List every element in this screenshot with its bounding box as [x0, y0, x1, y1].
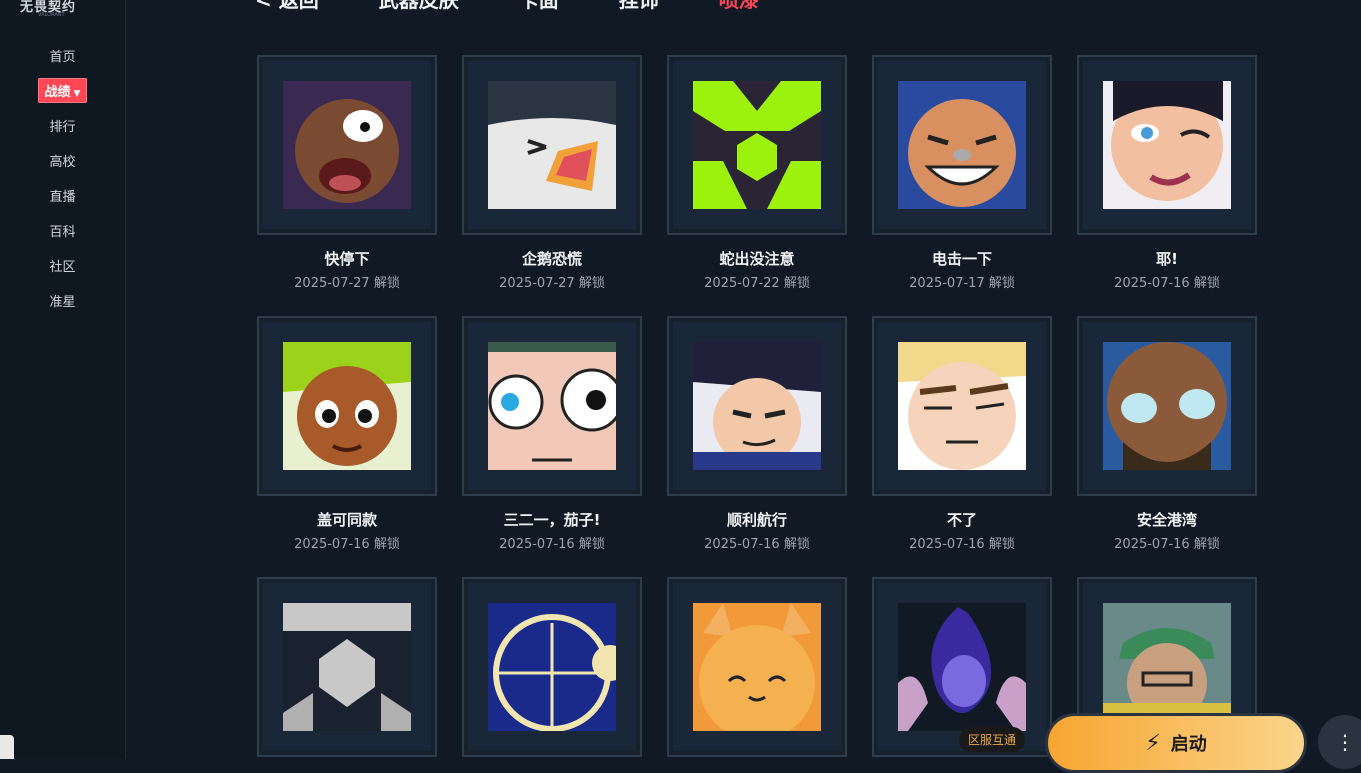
orange-cat-icon: [693, 603, 821, 731]
sidebar-item-text: 战绩: [44, 85, 71, 100]
spray-name: 不了: [946, 511, 977, 529]
sidebar-item-ranking[interactable]: 排行: [0, 108, 125, 143]
spray-unlock-date: 2025-07-16 解锁: [909, 537, 1015, 552]
spray-frame: [1077, 316, 1257, 496]
spray-card[interactable]: 耶! 2025-07-16 解锁: [1077, 55, 1257, 291]
spray-name: 快停下: [324, 250, 370, 268]
spray-name: 三二一，茄子!: [503, 511, 601, 529]
spray-card[interactable]: [462, 577, 642, 770]
spray-name: 安全港湾: [1136, 511, 1197, 529]
app-logo-sub: VALORANT: [38, 12, 65, 18]
sidebar-item-record[interactable]: 战绩 ▼: [0, 73, 125, 108]
spray-unlock-date: 2025-07-16 解锁: [1114, 537, 1220, 552]
grey-hexagon-icon: [283, 603, 411, 731]
spray-name: 电击一下: [931, 250, 992, 268]
corner-tab[interactable]: [0, 735, 14, 759]
winking-agent-icon: [1103, 81, 1231, 209]
grinning-agent-icon: [898, 81, 1026, 209]
spray-frame: [667, 577, 847, 757]
hexagon-logo-icon: [693, 81, 821, 209]
sidebar-nav: 首页 战绩 ▼ 排行 高校 直播 百科 社区 准星: [0, 38, 125, 318]
blonde-agent-icon: [898, 342, 1026, 470]
spray-frame: [667, 316, 847, 496]
spray-card[interactable]: 不了 2025-07-16 解锁: [872, 316, 1052, 552]
spray-name: 耶!: [1156, 250, 1178, 268]
chevron-down-icon: ▼: [73, 89, 81, 99]
spray-frame: [257, 316, 437, 496]
sidebar-item-label: 排行: [49, 120, 76, 135]
tab-weapon-skins[interactable]: 武器皮肤: [379, 0, 459, 13]
spray-unlock-date: 2025-07-27 解锁: [294, 276, 400, 291]
lightning-icon: ⚡: [1145, 730, 1161, 756]
green-hair-agent-icon: [283, 342, 411, 470]
sidebar-item-home[interactable]: 首页: [0, 38, 125, 73]
spray-card[interactable]: 企鹅恐慌 2025-07-27 解锁: [462, 55, 642, 291]
spray-card[interactable]: 顺利航行 2025-07-16 解锁: [667, 316, 847, 552]
sidebar-item-label: 首页: [49, 50, 76, 65]
sidebar-item-wiki[interactable]: 百科: [0, 213, 125, 248]
spray-card[interactable]: 快停下 2025-07-27 解锁: [257, 55, 437, 291]
spray-name: 盖可同款: [316, 511, 377, 529]
sidebar-item-label: 高校: [49, 155, 76, 170]
sidebar-item-college[interactable]: 高校: [0, 143, 125, 178]
wide-eye-agent-icon: [488, 342, 616, 470]
spray-card[interactable]: 盖可同款 2025-07-16 解锁: [257, 316, 437, 552]
spray-card[interactable]: 电击一下 2025-07-17 解锁: [872, 55, 1052, 291]
spray-name: 顺利航行: [726, 511, 787, 529]
spray-frame: [257, 55, 437, 235]
more-button[interactable]: ⋮: [1318, 715, 1361, 769]
launch-button[interactable]: ⚡ 启动: [1045, 713, 1307, 773]
spray-card[interactable]: [667, 577, 847, 770]
spray-frame: [872, 55, 1052, 235]
tab-charms[interactable]: 挂饰: [619, 0, 659, 13]
sidebar-item-crosshair[interactable]: 准星: [0, 283, 125, 318]
tab-bar: < 返回 武器皮肤 卡面 挂饰 喷漆: [255, 0, 819, 13]
spray-frame: [872, 316, 1052, 496]
spray-frame: [462, 577, 642, 757]
sidebar-item-label: 战绩 ▼: [37, 78, 88, 103]
region-badge[interactable]: 区服互通: [959, 727, 1026, 752]
spray-name: 企鹅恐慌: [521, 250, 582, 268]
shocked-agent-icon: [283, 81, 411, 209]
spray-unlock-date: 2025-07-16 解锁: [294, 537, 400, 552]
sidebar-item-label: 社区: [49, 260, 76, 275]
spray-card[interactable]: 蛇出没注意 2025-07-22 解锁: [667, 55, 847, 291]
spray-card[interactable]: 安全港湾 2025-07-16 解锁: [1077, 316, 1257, 552]
spray-frame: [257, 577, 437, 757]
spray-frame: [1077, 55, 1257, 235]
bearded-agent-icon: [1103, 342, 1231, 470]
sidebar-item-community[interactable]: 社区: [0, 248, 125, 283]
spray-unlock-date: 2025-07-27 解锁: [499, 276, 605, 291]
purple-flame-icon: [898, 603, 1026, 731]
spray-frame: [462, 55, 642, 235]
spray-unlock-date: 2025-07-17 解锁: [909, 276, 1015, 291]
spray-unlock-date: 2025-07-16 解锁: [499, 537, 605, 552]
spray-unlock-date: 2025-07-16 解锁: [1114, 276, 1220, 291]
sidebar-item-label: 百科: [49, 225, 76, 240]
sidebar-item-label: 直播: [49, 190, 76, 205]
spray-frame: [462, 316, 642, 496]
tab-back[interactable]: < 返回: [255, 0, 319, 13]
launch-label: 启动: [1170, 734, 1207, 755]
star-map-icon: [488, 603, 616, 731]
sidebar-item-label: 准星: [49, 295, 76, 310]
spray-frame: [667, 55, 847, 235]
tab-cards[interactable]: 卡面: [519, 0, 559, 13]
spray-name: 蛇出没注意: [719, 250, 795, 268]
spray-unlock-date: 2025-07-22 解锁: [704, 276, 810, 291]
sidebar-item-live[interactable]: 直播: [0, 178, 125, 213]
green-cap-agent-icon: [1103, 603, 1231, 731]
sidebar: 无畏契约 VALORANT 首页 战绩 ▼ 排行 高校 直播 百科 社区 准星: [0, 0, 126, 759]
tab-sprays[interactable]: 喷漆: [719, 0, 759, 13]
spray-unlock-date: 2025-07-16 解锁: [704, 537, 810, 552]
penguin-icon: [488, 81, 616, 209]
spray-card[interactable]: 三二一，茄子! 2025-07-16 解锁: [462, 316, 642, 552]
spray-card[interactable]: [257, 577, 437, 770]
dark-hair-agent-icon: [693, 342, 821, 470]
